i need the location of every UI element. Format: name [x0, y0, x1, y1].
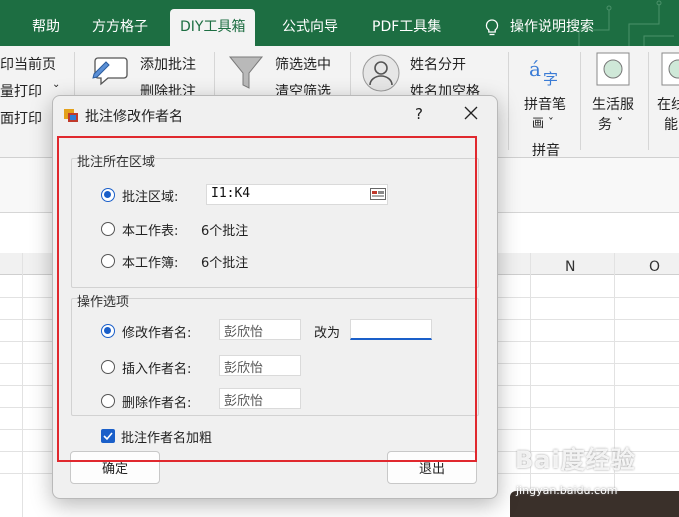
- column-header-o[interactable]: O: [649, 259, 660, 275]
- modify-author-label[interactable]: 修改作者名:: [122, 322, 191, 341]
- circuit-decoration: [578, 0, 674, 46]
- insert-author-label[interactable]: 插入作者名:: [122, 358, 191, 377]
- lightbulb-icon: [485, 19, 499, 36]
- pinyin-icon: á 字: [529, 57, 558, 88]
- range-input[interactable]: I1:K4: [206, 184, 388, 205]
- tab-fangfanggezi[interactable]: 方方格子: [82, 9, 158, 46]
- comment-pen-icon: [92, 57, 128, 86]
- svg-text:á: á: [529, 57, 541, 81]
- tab-formula-wizard[interactable]: 公式向导: [272, 9, 348, 46]
- life-service-dropdown[interactable]: 务 ˇ: [598, 114, 623, 134]
- radio-workbook[interactable]: [101, 254, 115, 268]
- bold-author-label[interactable]: 批注作者名加粗: [121, 427, 212, 446]
- person-icon: [362, 54, 400, 92]
- tab-help[interactable]: 帮助: [22, 9, 70, 46]
- delete-author-input[interactable]: 彭欣怡: [219, 388, 301, 409]
- life-service-button[interactable]: 生活服: [592, 94, 634, 114]
- radio-workbook-label[interactable]: 本工作簿:: [122, 252, 178, 271]
- online-button[interactable]: 在线: [657, 94, 679, 114]
- app-icon: [64, 109, 78, 122]
- radio-range[interactable]: [101, 188, 115, 202]
- print-current-page-button[interactable]: 印当前页: [0, 54, 56, 74]
- online-button-line2: 能: [664, 117, 678, 133]
- split-name-button[interactable]: 姓名分开: [410, 54, 466, 74]
- add-comment-button[interactable]: 添加批注: [140, 54, 196, 74]
- checkmark-icon: [103, 432, 113, 441]
- batch-print-button[interactable]: 量打印: [0, 81, 42, 101]
- column-header-n[interactable]: N: [565, 259, 575, 275]
- dialog-title: 批注修改作者名: [85, 109, 183, 125]
- ribbon-separator: [648, 52, 649, 150]
- life-service-icon: [596, 52, 630, 86]
- radio-modify-author[interactable]: [101, 324, 115, 338]
- scope-group-title: 批注所在区域: [77, 155, 156, 170]
- range-picker-icon[interactable]: [370, 188, 386, 200]
- new-author-input[interactable]: [350, 319, 432, 340]
- tab-pdf-tools[interactable]: PDF工具集: [362, 9, 451, 46]
- radio-range-label[interactable]: 批注区域:: [122, 186, 178, 205]
- pinyin-pen-button[interactable]: 拼音笔: [524, 94, 566, 114]
- pinyin-group-label: 拼音: [532, 143, 560, 159]
- ribbon-separator: [508, 52, 509, 150]
- help-button[interactable]: ?: [411, 104, 427, 124]
- online-icon: [661, 52, 679, 86]
- exit-button[interactable]: 退出: [387, 451, 477, 484]
- ok-button[interactable]: 确定: [70, 451, 160, 484]
- ribbon-separator: [580, 52, 581, 150]
- workbook-comment-count: 6个批注: [201, 256, 249, 271]
- filter-funnel-icon: [228, 56, 264, 89]
- radio-worksheet-label[interactable]: 本工作表:: [122, 220, 178, 239]
- filter-selected-button[interactable]: 筛选选中: [275, 54, 331, 74]
- watermark-brand: Bai度经验: [515, 446, 636, 474]
- watermark-url: jingyan.baidu.com: [516, 484, 618, 497]
- page-print-button[interactable]: 面打印: [0, 108, 42, 128]
- delete-author-label[interactable]: 删除作者名:: [122, 392, 191, 411]
- worksheet-comment-count: 6个批注: [201, 224, 249, 239]
- radio-delete-author[interactable]: [101, 394, 115, 408]
- radio-insert-author[interactable]: [101, 360, 115, 374]
- comment-author-dialog: 批注修改作者名 ? 批注所在区域 批注区域: I1:K4 本工作表: 6个批注 …: [52, 95, 498, 499]
- svg-text:字: 字: [543, 70, 558, 88]
- chevron-down-icon[interactable]: ⌄: [52, 79, 60, 90]
- ribbon-tab-bar: 帮助 方方格子 DIY工具箱 公式向导 PDF工具集 操作说明搜索: [0, 0, 679, 46]
- change-to-label: 改为: [314, 326, 341, 341]
- tab-diy-toolbox[interactable]: DIY工具箱: [170, 9, 256, 46]
- radio-worksheet[interactable]: [101, 222, 115, 236]
- close-button[interactable]: [457, 102, 485, 126]
- insert-author-input[interactable]: 彭欣怡: [219, 355, 301, 376]
- options-group-title: 操作选项: [77, 295, 130, 310]
- modify-author-input[interactable]: 彭欣怡: [219, 319, 301, 340]
- close-icon: [464, 106, 478, 119]
- bold-author-checkbox[interactable]: [101, 429, 115, 443]
- pinyin-pen-dropdown[interactable]: 画 ˇ: [532, 114, 554, 131]
